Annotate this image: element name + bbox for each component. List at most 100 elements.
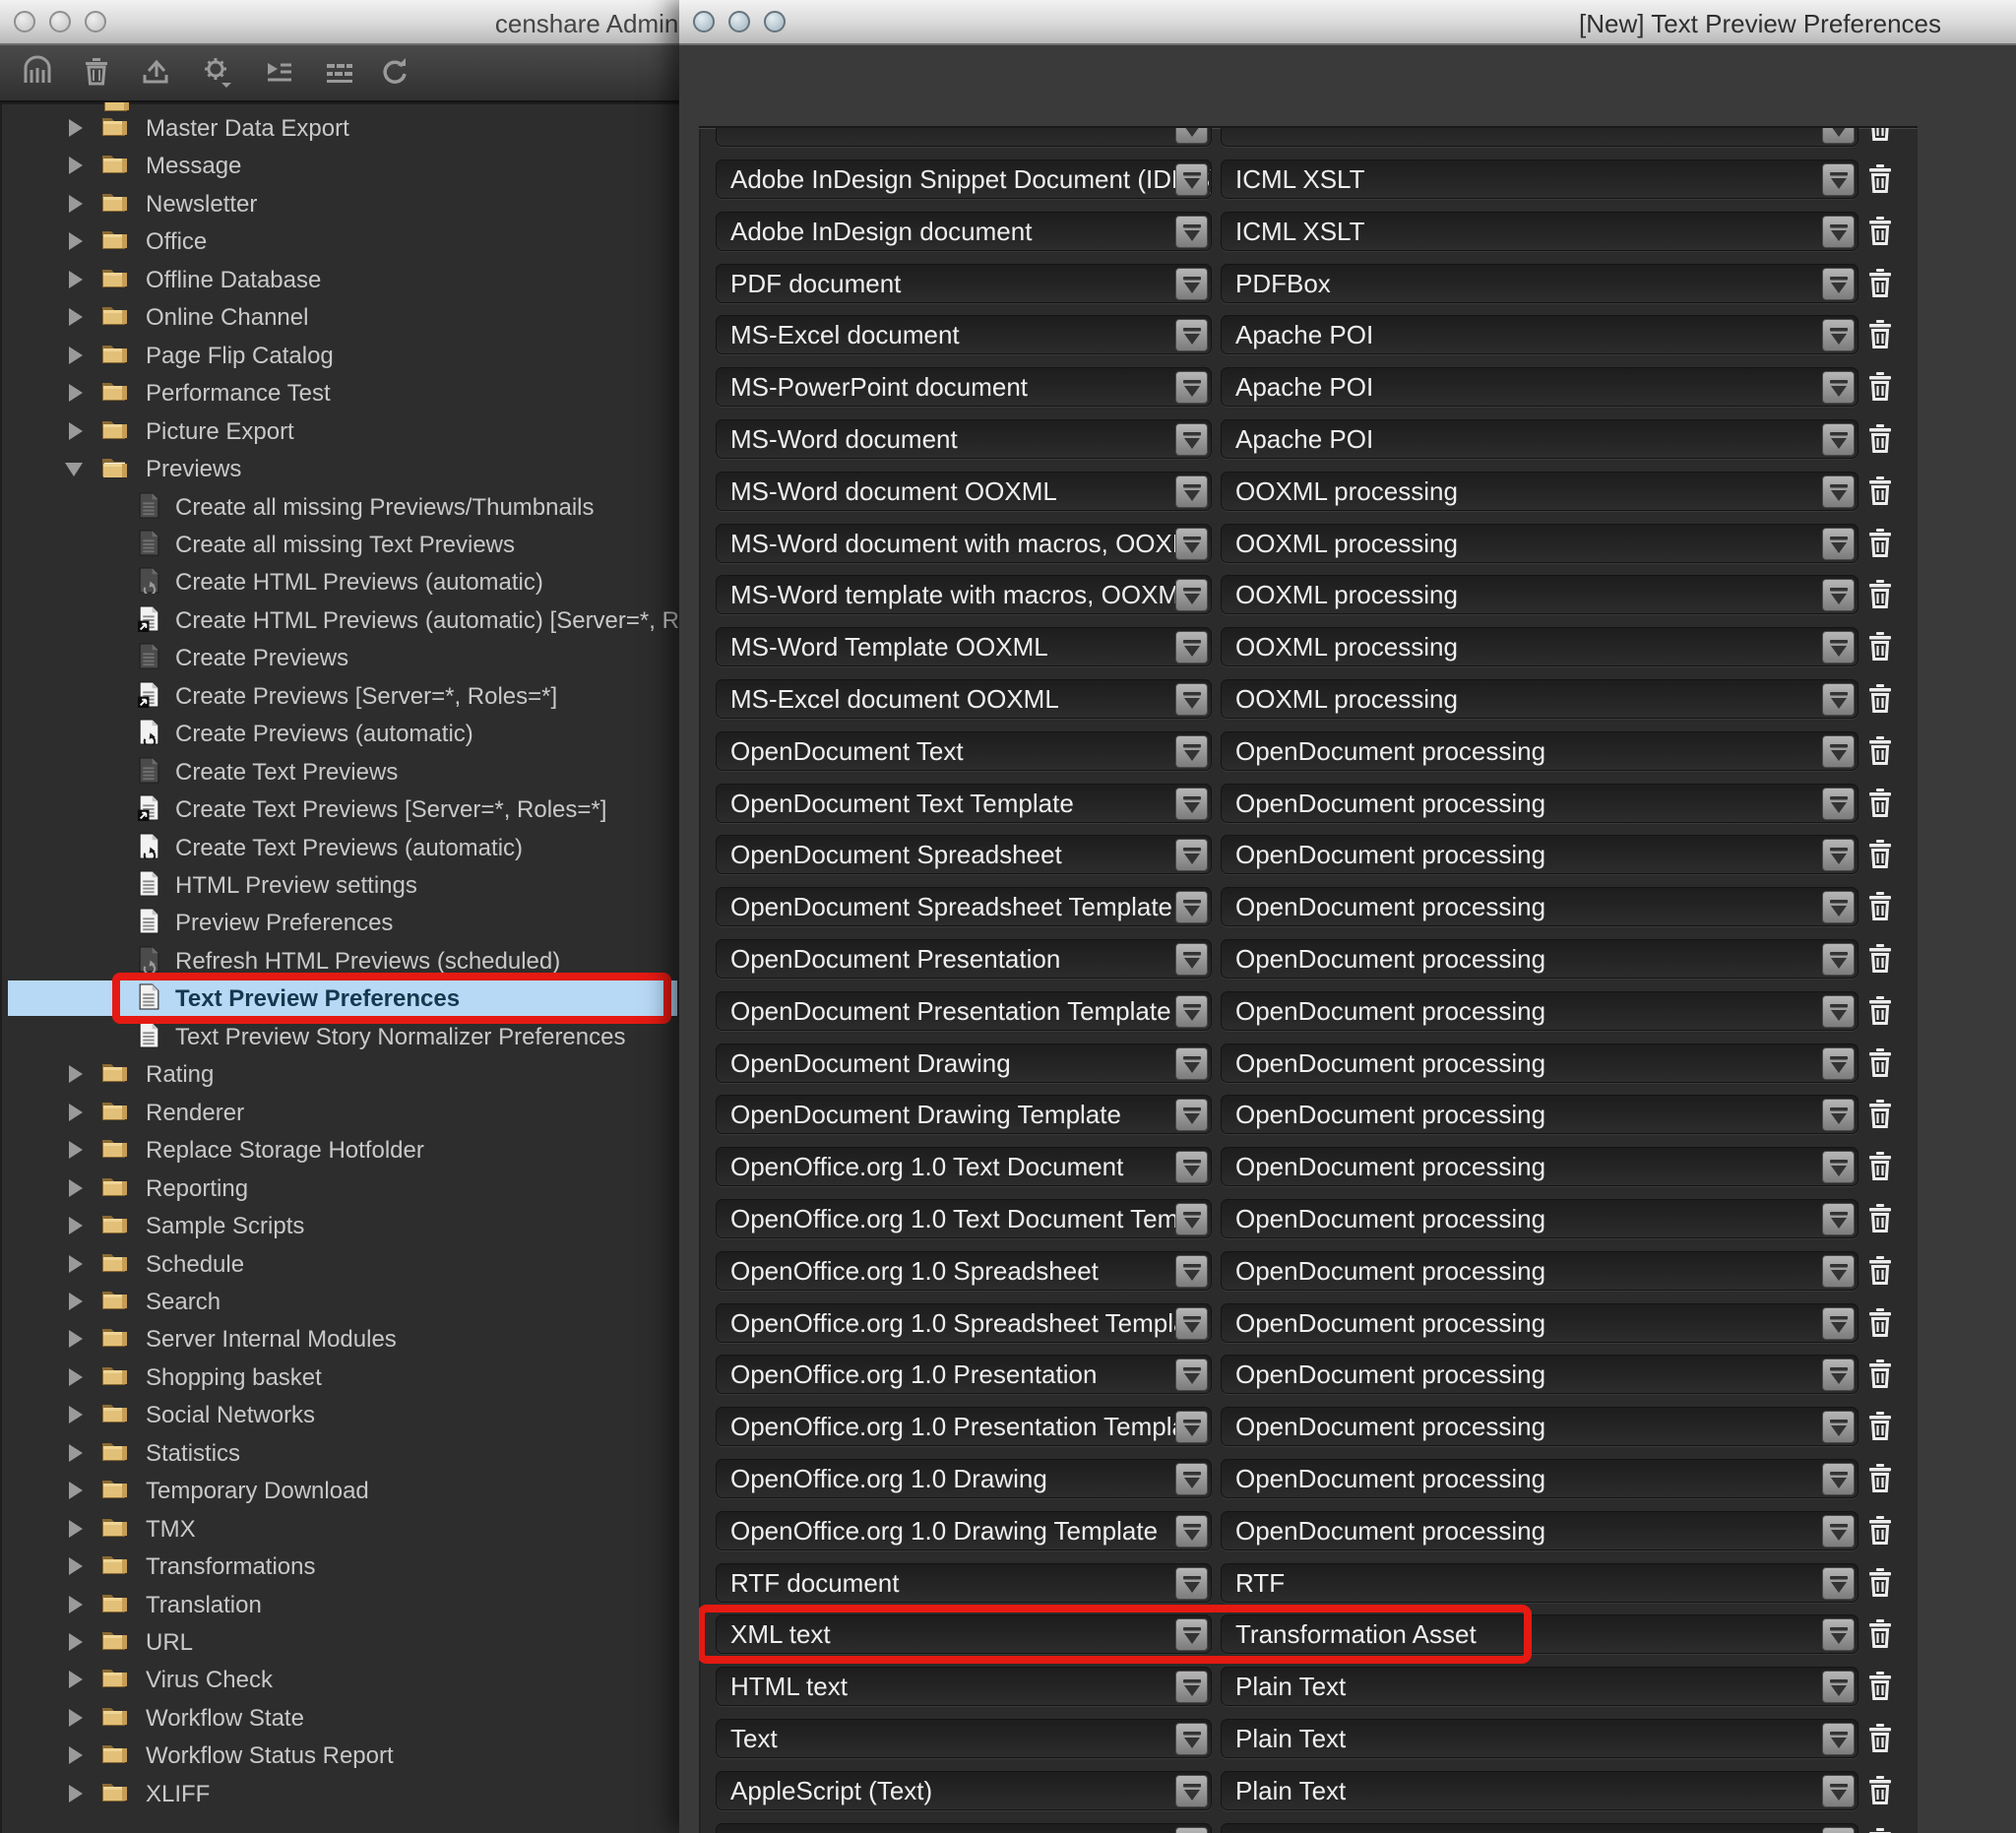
dropdown-arrow-icon[interactable] <box>1822 1307 1855 1340</box>
processor-dropdown[interactable]: OpenDocument processing <box>1221 1459 1858 1498</box>
tree-item-refresh-html-previews-scheduled[interactable]: Refresh HTML Previews (scheduled) <box>0 945 691 977</box>
delete-row-trash-icon[interactable] <box>1863 318 1897 351</box>
tree-item-virus-check[interactable]: Virus Check <box>0 1664 691 1695</box>
delete-row-trash-icon[interactable] <box>1863 1826 1897 1833</box>
delete-row-trash-icon[interactable] <box>1863 1202 1897 1235</box>
delete-row-trash-icon[interactable] <box>1863 370 1897 404</box>
dropdown-arrow-icon[interactable] <box>1822 475 1855 508</box>
tree-item-search[interactable]: Search <box>0 1286 691 1317</box>
expand-triangle-icon[interactable] <box>69 1444 83 1462</box>
tree-item-translation[interactable]: Translation <box>0 1589 691 1620</box>
asset-type-dropdown[interactable]: OpenOffice.org 1.0 Drawing <box>716 1459 1212 1498</box>
delete-row-trash-icon[interactable] <box>1863 422 1897 456</box>
dropdown-arrow-icon[interactable] <box>1822 1463 1855 1495</box>
dropdown-arrow-icon[interactable] <box>1822 1203 1855 1235</box>
expand-triangle-icon[interactable] <box>69 1330 83 1348</box>
tree-item-create-all-missing-previews-thumbnails[interactable]: Create all missing Previews/Thumbnails <box>0 491 691 523</box>
processor-dropdown[interactable]: OpenDocument processing <box>1221 991 1858 1031</box>
delete-row-trash-icon[interactable] <box>1863 1410 1897 1443</box>
expand-triangle-icon[interactable] <box>69 1104 83 1121</box>
tree-item-rating[interactable]: Rating <box>0 1058 691 1090</box>
dropdown-arrow-icon[interactable] <box>1175 735 1208 768</box>
expand-triangle-icon[interactable] <box>69 1368 83 1386</box>
delete-row-trash-icon[interactable] <box>1863 1670 1897 1703</box>
dropdown-arrow-icon[interactable] <box>1822 163 1855 196</box>
dropdown-arrow-icon[interactable] <box>1822 1775 1855 1807</box>
tree-item-workflow-state[interactable]: Workflow State <box>0 1702 691 1734</box>
tree-item-server-internal-modules[interactable]: Server Internal Modules <box>0 1323 691 1355</box>
delete-row-trash-icon[interactable] <box>1863 1098 1897 1131</box>
processor-dropdown[interactable]: OpenDocument processing <box>1221 1199 1858 1238</box>
processor-dropdown[interactable]: OOXML processing <box>1221 627 1858 666</box>
processor-dropdown[interactable]: ICML XSLT <box>1221 212 1858 251</box>
tree-item-page-flip-catalog[interactable]: Page Flip Catalog <box>0 340 691 371</box>
tree-item-create-text-previews[interactable]: Create Text Previews <box>0 756 691 788</box>
dropdown-arrow-icon[interactable] <box>1822 126 1855 144</box>
delete-row-trash-icon[interactable] <box>1863 1462 1897 1495</box>
preferences-titlebar[interactable]: [New] Text Preview Preferences <box>679 0 2016 45</box>
dropdown-arrow-icon[interactable] <box>1175 319 1208 351</box>
asset-type-dropdown[interactable]: MS-Excel document OOXML <box>716 679 1212 719</box>
run-script-icon[interactable] <box>262 55 297 91</box>
processor-dropdown[interactable]: Plain Text <box>1221 1667 1858 1706</box>
asset-type-dropdown[interactable]: OpenDocument Presentation <box>716 939 1212 979</box>
dropdown-arrow-icon[interactable] <box>1175 268 1208 300</box>
collapse-triangle-icon[interactable] <box>65 463 83 476</box>
dropdown-arrow-icon[interactable] <box>1822 1515 1855 1548</box>
dropdown-arrow-icon[interactable] <box>1175 1307 1208 1340</box>
tree-item-office[interactable]: Office <box>0 225 691 257</box>
expand-triangle-icon[interactable] <box>69 1785 83 1802</box>
asset-type-dropdown[interactable]: Adobe InDesign Snippet Document (IDMS) <box>716 159 1212 199</box>
delete-row-trash-icon[interactable] <box>1863 527 1897 560</box>
delete-row-trash-icon[interactable] <box>1863 1566 1897 1600</box>
processor-dropdown[interactable]: Plain Text <box>1221 1771 1858 1810</box>
processor-dropdown[interactable]: OpenDocument processing <box>1221 731 1858 771</box>
tree-item-create-text-previews-server-roles[interactable]: Create Text Previews [Server=*, Roles=*] <box>0 793 691 825</box>
processor-dropdown[interactable]: OpenDocument processing <box>1221 1251 1858 1291</box>
dropdown-arrow-icon[interactable] <box>1822 995 1855 1028</box>
tree-item-create-html-previews-automatic-server-r[interactable]: Create HTML Previews (automatic) [Server… <box>0 604 691 636</box>
delete-row-trash-icon[interactable] <box>1863 994 1897 1028</box>
minimize-button[interactable] <box>49 11 71 32</box>
expand-triangle-icon[interactable] <box>69 1406 83 1423</box>
delete-row-trash-icon[interactable] <box>1863 1046 1897 1080</box>
dropdown-arrow-icon[interactable] <box>1175 995 1208 1028</box>
expand-triangle-icon[interactable] <box>69 1746 83 1764</box>
dropdown-arrow-icon[interactable] <box>1822 1723 1855 1755</box>
delete-row-trash-icon[interactable] <box>1863 1774 1897 1807</box>
delete-row-trash-icon[interactable] <box>1863 215 1897 248</box>
asset-type-dropdown[interactable]: OpenDocument Text Template <box>716 784 1212 823</box>
dropdown-arrow-icon[interactable] <box>1175 943 1208 976</box>
dropdown-arrow-icon[interactable] <box>1175 528 1208 560</box>
expand-triangle-icon[interactable] <box>69 384 83 402</box>
dropdown-arrow-icon[interactable] <box>1175 631 1208 664</box>
asset-type-dropdown[interactable]: MS-Word template with macros, OOXML <box>716 575 1212 614</box>
tree-item-renderer[interactable]: Renderer <box>0 1097 691 1128</box>
delete-row-trash-icon[interactable] <box>1863 474 1897 508</box>
processor-dropdown[interactable]: OpenDocument processing <box>1221 1511 1858 1550</box>
asset-type-dropdown[interactable]: OpenOffice.org 1.0 Presentation <box>716 1355 1212 1394</box>
tree-item-replace-storage-hotfolder[interactable]: Replace Storage Hotfolder <box>0 1134 691 1166</box>
settings-gear-icon[interactable] <box>200 55 235 91</box>
processor-dropdown[interactable]: OpenDocument processing <box>1221 784 1858 823</box>
asset-type-dropdown[interactable]: OpenDocument Drawing <box>716 1043 1212 1083</box>
delete-row-trash-icon[interactable] <box>1863 1617 1897 1651</box>
expand-triangle-icon[interactable] <box>69 1141 83 1159</box>
dropdown-arrow-icon[interactable] <box>1175 1723 1208 1755</box>
dropdown-arrow-icon[interactable] <box>1822 1618 1855 1651</box>
delete-row-trash-icon[interactable] <box>1863 682 1897 716</box>
dropdown-arrow-icon[interactable] <box>1175 788 1208 820</box>
asset-type-dropdown[interactable]: MS-Word document with macros, OOXML <box>716 524 1212 563</box>
processor-dropdown[interactable]: OpenDocument processing <box>1221 939 1858 979</box>
tree-item-temporary-download[interactable]: Temporary Download <box>0 1475 691 1506</box>
asset-type-dropdown[interactable]: OpenOffice.org 1.0 Spreadsheet Template <box>716 1303 1212 1343</box>
expand-triangle-icon[interactable] <box>69 157 83 174</box>
dropdown-arrow-icon[interactable] <box>1822 1047 1855 1080</box>
asset-type-dropdown[interactable]: PDF document <box>716 264 1212 303</box>
dropdown-arrow-icon[interactable] <box>1822 1151 1855 1183</box>
dropdown-arrow-icon[interactable] <box>1175 423 1208 456</box>
processor-dropdown[interactable]: OpenDocument processing <box>1221 1407 1858 1446</box>
tree-item-online-channel[interactable]: Online Channel <box>0 301 691 333</box>
close-button[interactable] <box>693 11 715 32</box>
dropdown-arrow-icon[interactable] <box>1175 371 1208 404</box>
